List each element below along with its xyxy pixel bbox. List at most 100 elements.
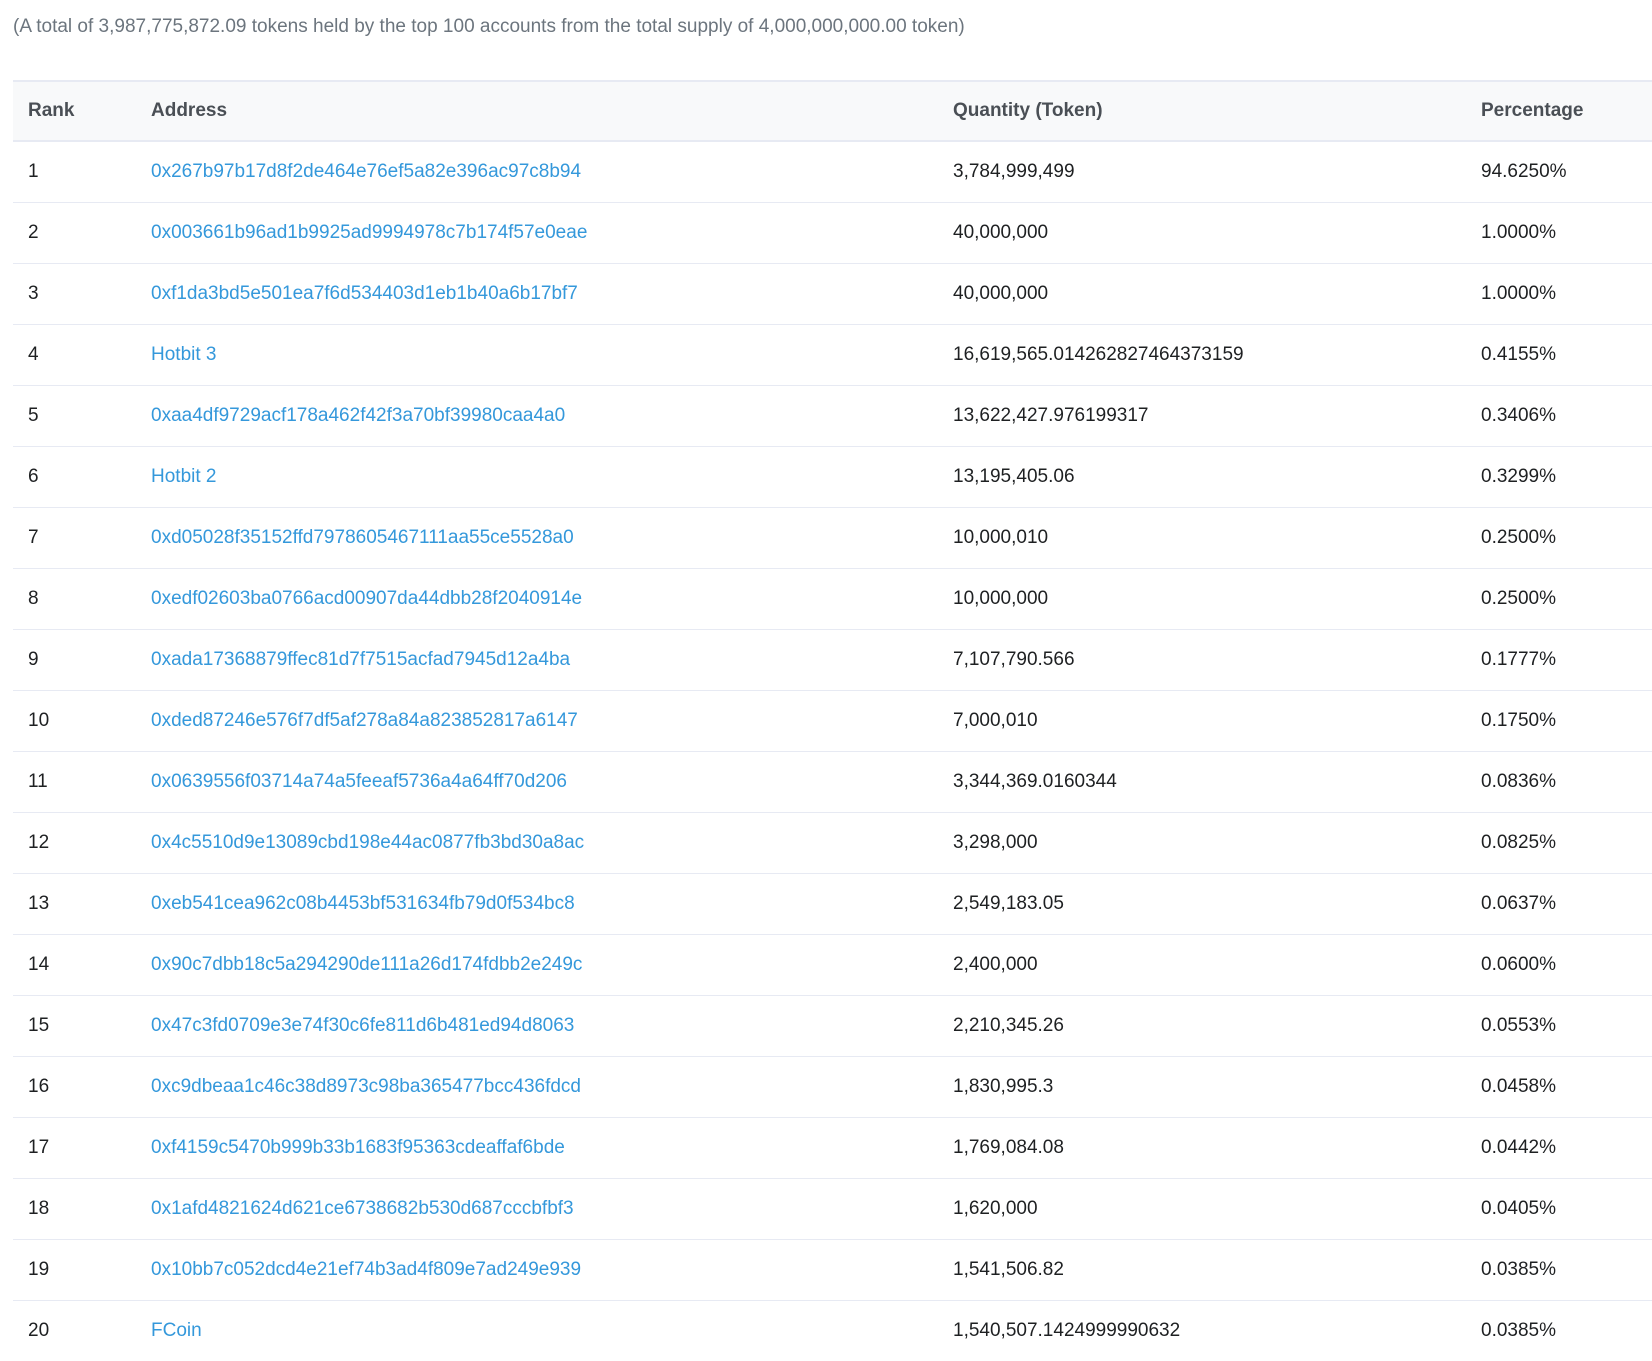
percentage-cell: 0.0385% — [1481, 1301, 1652, 1361]
table-header: Rank Address Quantity (Token) Percentage — [13, 81, 1652, 141]
address-link[interactable]: 0x90c7dbb18c5a294290de111a26d174fdbb2e24… — [151, 954, 582, 975]
address-cell: 0xf4159c5470b999b33b1683f95363cdeaffaf6b… — [151, 1118, 953, 1179]
address-cell: 0xf1da3bd5e501ea7f6d534403d1eb1b40a6b17b… — [151, 264, 953, 325]
address-link[interactable]: 0xf4159c5470b999b33b1683f95363cdeaffaf6b… — [151, 1137, 565, 1158]
holders-summary: (A total of 3,987,775,872.09 tokens held… — [13, 16, 965, 38]
quantity-cell: 1,620,000 — [953, 1179, 1481, 1240]
table-row: 30xf1da3bd5e501ea7f6d534403d1eb1b40a6b17… — [13, 264, 1652, 325]
percentage-cell: 0.0553% — [1481, 996, 1652, 1057]
address-cell: Hotbit 3 — [151, 325, 953, 386]
address-cell: 0xc9dbeaa1c46c38d8973c98ba365477bcc436fd… — [151, 1057, 953, 1118]
rank-column-header: Rank — [13, 81, 151, 141]
address-link[interactable]: Hotbit 2 — [151, 466, 216, 487]
table-row: 50xaa4df9729acf178a462f42f3a70bf39980caa… — [13, 386, 1652, 447]
address-link[interactable]: 0xaa4df9729acf178a462f42f3a70bf39980caa4… — [151, 405, 565, 426]
quantity-cell: 40,000,000 — [953, 264, 1481, 325]
quantity-cell: 2,210,345.26 — [953, 996, 1481, 1057]
address-cell: 0x003661b96ad1b9925ad9994978c7b174f57e0e… — [151, 203, 953, 264]
address-link[interactable]: 0x003661b96ad1b9925ad9994978c7b174f57e0e… — [151, 222, 587, 243]
percentage-cell: 1.0000% — [1481, 203, 1652, 264]
table-row: 190x10bb7c052dcd4e21ef74b3ad4f809e7ad249… — [13, 1240, 1652, 1301]
table-row: 10x267b97b17d8f2de464e76ef5a82e396ac97c8… — [13, 141, 1652, 203]
holders-table-container: Rank Address Quantity (Token) Percentage… — [13, 80, 1652, 1361]
address-link[interactable]: 0x10bb7c052dcd4e21ef74b3ad4f809e7ad249e9… — [151, 1259, 581, 1280]
table-row: 70xd05028f35152ffd7978605467111aa55ce552… — [13, 508, 1652, 569]
rank-cell: 15 — [13, 996, 151, 1057]
rank-cell: 12 — [13, 813, 151, 874]
percentage-cell: 0.0442% — [1481, 1118, 1652, 1179]
rank-cell: 14 — [13, 935, 151, 996]
table-row: 4Hotbit 316,619,565.0142628274643731590.… — [13, 325, 1652, 386]
table-row: 100xded87246e576f7df5af278a84a823852817a… — [13, 691, 1652, 752]
table-row: 80xedf02603ba0766acd00907da44dbb28f20409… — [13, 569, 1652, 630]
address-cell: 0x10bb7c052dcd4e21ef74b3ad4f809e7ad249e9… — [151, 1240, 953, 1301]
percentage-cell: 0.3406% — [1481, 386, 1652, 447]
percentage-cell: 0.0836% — [1481, 752, 1652, 813]
address-cell: FCoin — [151, 1301, 953, 1361]
quantity-cell: 10,000,000 — [953, 569, 1481, 630]
rank-cell: 17 — [13, 1118, 151, 1179]
quantity-cell: 13,622,427.976199317 — [953, 386, 1481, 447]
quantity-cell: 3,344,369.0160344 — [953, 752, 1481, 813]
rank-cell: 20 — [13, 1301, 151, 1361]
address-link[interactable]: 0xc9dbeaa1c46c38d8973c98ba365477bcc436fd… — [151, 1076, 581, 1097]
address-cell: 0xada17368879ffec81d7f7515acfad7945d12a4… — [151, 630, 953, 691]
table-row: 150x47c3fd0709e3e74f30c6fe811d6b481ed94d… — [13, 996, 1652, 1057]
percentage-cell: 0.4155% — [1481, 325, 1652, 386]
percentage-cell: 0.1777% — [1481, 630, 1652, 691]
percentage-cell: 0.0825% — [1481, 813, 1652, 874]
rank-cell: 5 — [13, 386, 151, 447]
percentage-cell: 94.6250% — [1481, 141, 1652, 203]
quantity-cell: 3,298,000 — [953, 813, 1481, 874]
quantity-cell: 2,400,000 — [953, 935, 1481, 996]
percentage-cell: 0.0405% — [1481, 1179, 1652, 1240]
rank-cell: 6 — [13, 447, 151, 508]
rank-cell: 3 — [13, 264, 151, 325]
address-link[interactable]: 0x0639556f03714a74a5feeaf5736a4a64ff70d2… — [151, 771, 567, 792]
quantity-cell: 1,830,995.3 — [953, 1057, 1481, 1118]
address-link[interactable]: 0xedf02603ba0766acd00907da44dbb28f204091… — [151, 588, 582, 609]
address-link[interactable]: 0x1afd4821624d621ce6738682b530d687cccbfb… — [151, 1198, 574, 1219]
rank-cell: 19 — [13, 1240, 151, 1301]
percentage-cell: 0.0385% — [1481, 1240, 1652, 1301]
address-cell: 0x90c7dbb18c5a294290de111a26d174fdbb2e24… — [151, 935, 953, 996]
table-row: 170xf4159c5470b999b33b1683f95363cdeaffaf… — [13, 1118, 1652, 1179]
table-body: 10x267b97b17d8f2de464e76ef5a82e396ac97c8… — [13, 141, 1652, 1361]
quantity-cell: 7,000,010 — [953, 691, 1481, 752]
percentage-cell: 0.2500% — [1481, 569, 1652, 630]
percentage-column-header: Percentage — [1481, 81, 1652, 141]
quantity-cell: 1,541,506.82 — [953, 1240, 1481, 1301]
rank-cell: 1 — [13, 141, 151, 203]
address-link[interactable]: 0xf1da3bd5e501ea7f6d534403d1eb1b40a6b17b… — [151, 283, 578, 304]
percentage-cell: 0.2500% — [1481, 508, 1652, 569]
table-header-row: Rank Address Quantity (Token) Percentage — [13, 81, 1652, 141]
quantity-cell: 13,195,405.06 — [953, 447, 1481, 508]
address-link[interactable]: 0xd05028f35152ffd7978605467111aa55ce5528… — [151, 527, 574, 548]
address-link[interactable]: Hotbit 3 — [151, 344, 216, 365]
address-link[interactable]: 0xded87246e576f7df5af278a84a823852817a61… — [151, 710, 578, 731]
rank-cell: 11 — [13, 752, 151, 813]
rank-cell: 13 — [13, 874, 151, 935]
quantity-cell: 3,784,999,499 — [953, 141, 1481, 203]
table-row: 130xeb541cea962c08b4453bf531634fb79d0f53… — [13, 874, 1652, 935]
quantity-column-header: Quantity (Token) — [953, 81, 1481, 141]
table-row: 20x003661b96ad1b9925ad9994978c7b174f57e0… — [13, 203, 1652, 264]
address-link[interactable]: 0x4c5510d9e13089cbd198e44ac0877fb3bd30a8… — [151, 832, 584, 853]
table-row: 140x90c7dbb18c5a294290de111a26d174fdbb2e… — [13, 935, 1652, 996]
table-row: 6Hotbit 213,195,405.060.3299% — [13, 447, 1652, 508]
address-cell: Hotbit 2 — [151, 447, 953, 508]
quantity-cell: 40,000,000 — [953, 203, 1481, 264]
quantity-cell: 16,619,565.014262827464373159 — [953, 325, 1481, 386]
table-row: 90xada17368879ffec81d7f7515acfad7945d12a… — [13, 630, 1652, 691]
address-link[interactable]: 0xeb541cea962c08b4453bf531634fb79d0f534b… — [151, 893, 575, 914]
address-link[interactable]: 0x267b97b17d8f2de464e76ef5a82e396ac97c8b… — [151, 161, 581, 182]
percentage-cell: 0.0637% — [1481, 874, 1652, 935]
address-link[interactable]: 0xada17368879ffec81d7f7515acfad7945d12a4… — [151, 649, 570, 670]
rank-cell: 16 — [13, 1057, 151, 1118]
address-link[interactable]: 0x47c3fd0709e3e74f30c6fe811d6b481ed94d80… — [151, 1015, 574, 1036]
address-link[interactable]: FCoin — [151, 1320, 202, 1341]
address-cell: 0xeb541cea962c08b4453bf531634fb79d0f534b… — [151, 874, 953, 935]
table-row: 20FCoin1,540,507.14249999906320.0385% — [13, 1301, 1652, 1361]
rank-cell: 10 — [13, 691, 151, 752]
address-cell: 0xedf02603ba0766acd00907da44dbb28f204091… — [151, 569, 953, 630]
